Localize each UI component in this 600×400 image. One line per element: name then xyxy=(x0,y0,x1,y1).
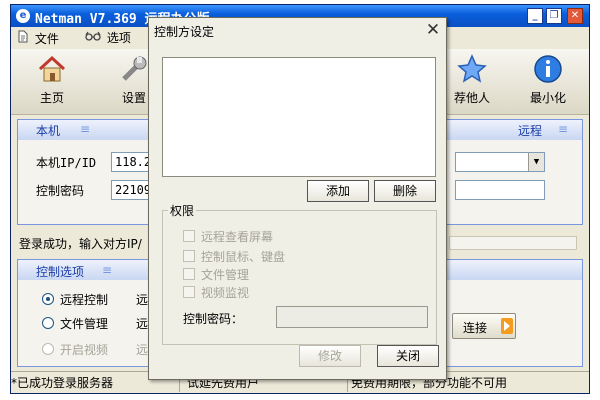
close-button[interactable]: ✕ xyxy=(567,8,583,24)
checkbox-file-manage-label: 文件管理 xyxy=(201,268,250,282)
local-password-label: 控制密码 xyxy=(36,184,85,198)
option-file-manage-label: 文件管理 xyxy=(60,317,109,331)
dialog-password-label: 控制密码： xyxy=(183,312,244,326)
menu-options[interactable]: 选项 xyxy=(85,30,131,46)
checkbox-view-screen-label: 远程查看屏幕 xyxy=(201,230,274,244)
connect-label: 连接 xyxy=(463,321,488,335)
checkbox-control-input-label: 控制鼠标、键盘 xyxy=(201,250,286,264)
glasses-icon xyxy=(85,30,103,46)
add-button[interactable]: 添加 xyxy=(307,180,369,202)
remote-group-title: 远程 xyxy=(518,124,543,138)
modify-button[interactable]: 修改 xyxy=(299,345,361,367)
restore-button[interactable]: ❐ xyxy=(546,8,562,24)
toolbar-minimize-button[interactable]: 最小化 xyxy=(517,53,579,111)
dialog-password-field[interactable] xyxy=(276,306,428,328)
control-options-collapse-icon[interactable]: ≡ xyxy=(102,263,112,277)
option-remote-control-right: 远 xyxy=(136,293,149,307)
tools-icon xyxy=(122,56,147,81)
checkbox-file-manage[interactable] xyxy=(183,268,195,280)
arrow-right-icon xyxy=(501,318,513,334)
app-icon: e xyxy=(16,9,30,23)
permissions-title: 权限 xyxy=(168,202,197,219)
option-remote-control-label: 远程控制 xyxy=(60,293,109,307)
info-icon xyxy=(534,55,562,83)
menu-options-label: 选项 xyxy=(106,31,131,45)
chevron-down-icon[interactable]: ▼ xyxy=(528,153,544,171)
toolbar-home-label: 主页 xyxy=(39,91,64,105)
home-icon xyxy=(38,55,66,82)
local-ip-label: 本机IP/ID xyxy=(36,156,97,170)
menu-file-label: 文件 xyxy=(34,32,59,46)
option-open-video-label: 开启视频 xyxy=(60,343,109,357)
menu-file[interactable]: 文件 xyxy=(17,30,59,46)
remote-group-collapse-icon[interactable]: ≡ xyxy=(558,122,568,136)
dialog-titlebar[interactable]: 控制方设定 ✕ xyxy=(149,18,446,42)
toolbar-home-button[interactable]: 主页 xyxy=(21,53,83,111)
minimize-button[interactable]: _ xyxy=(527,8,543,24)
dialog-close-button[interactable]: 关闭 xyxy=(377,345,439,367)
local-group-title: 本机 xyxy=(36,124,61,138)
remote-password-field[interactable] xyxy=(455,180,545,200)
radio-open-video[interactable] xyxy=(42,343,54,355)
control-options-title: 控制选项 xyxy=(36,265,85,279)
file-icon xyxy=(17,30,31,47)
radio-remote-control[interactable] xyxy=(42,293,54,305)
login-message: 登录成功，输入对方IP/ xyxy=(19,237,142,251)
controller-list[interactable] xyxy=(162,57,436,177)
checkbox-video-monitor[interactable] xyxy=(183,286,195,298)
delete-button[interactable]: 删除 xyxy=(374,180,436,202)
toolbar-recommend-label: 荐他人 xyxy=(453,91,490,105)
close-icon[interactable]: ✕ xyxy=(425,22,441,39)
toolbar-recommend-button[interactable]: 荐他人 xyxy=(441,53,503,111)
login-progress-area xyxy=(449,236,577,250)
dialog-title: 控制方设定 xyxy=(154,25,215,39)
checkbox-view-screen[interactable] xyxy=(183,230,195,242)
toolbar-minimize-label: 最小化 xyxy=(529,91,566,105)
connect-button[interactable]: 连接 xyxy=(452,313,516,339)
checkbox-video-monitor-label: 视频监视 xyxy=(201,286,250,300)
remote-address-combo[interactable]: ▼ xyxy=(455,152,545,172)
controller-settings-dialog: 控制方设定 ✕ 添加 删除 权限 远程查看屏幕 控制鼠标、键盘 文件管理 视频监… xyxy=(148,17,447,380)
local-group-collapse-icon[interactable]: ≡ xyxy=(80,122,90,136)
radio-file-manage[interactable] xyxy=(42,317,54,329)
checkbox-control-input[interactable] xyxy=(183,250,195,262)
option-file-manage-right: 远 xyxy=(136,317,149,331)
option-open-video-right: 远 xyxy=(136,343,149,357)
star-icon xyxy=(457,54,487,83)
